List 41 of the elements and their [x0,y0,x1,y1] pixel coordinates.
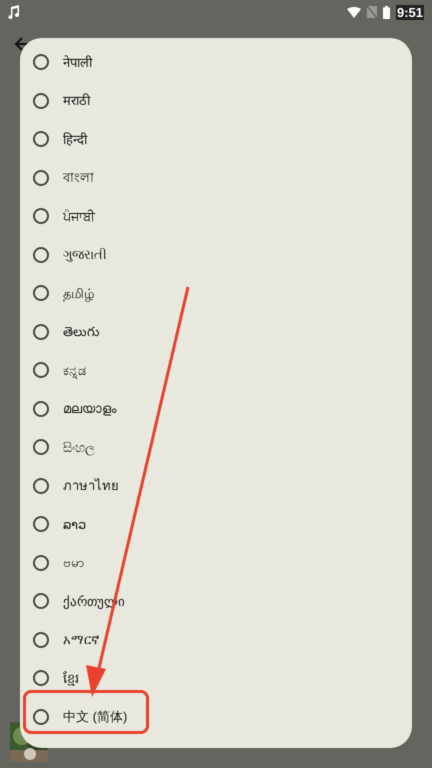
radio-button[interactable] [33,708,49,725]
radio-button[interactable] [33,670,49,686]
language-option[interactable]: සිංහල [20,428,412,466]
language-option[interactable]: ਪੰਜਾਬੀ [20,197,412,236]
radio-button[interactable] [33,362,49,378]
language-option[interactable]: ગુજરાતી [20,236,412,274]
radio-button[interactable] [33,170,49,186]
language-option[interactable]: 中文 (简体) [20,698,412,736]
radio-button[interactable] [33,285,49,302]
radio-button[interactable] [33,593,49,610]
status-time: 9:51 [396,4,424,20]
language-option[interactable]: ภาษาไทย [20,466,412,505]
radio-button[interactable] [33,54,49,70]
radio-button[interactable] [33,632,49,648]
radio-button[interactable] [33,439,49,456]
language-option[interactable]: ខ្មែរ [20,659,412,698]
radio-button[interactable] [33,400,49,417]
radio-button[interactable] [33,554,49,571]
language-option[interactable]: தமிழ் [20,274,412,312]
language-option[interactable]: తెలుగు [20,312,412,351]
radio-button[interactable] [33,131,49,148]
language-option[interactable]: አማርኛ [20,620,412,659]
wifi-icon [346,6,361,18]
radio-button[interactable] [33,516,49,532]
radio-button[interactable] [33,324,49,340]
radio-button[interactable] [33,478,49,494]
language-option[interactable]: ລາວ [20,505,412,544]
language-option[interactable]: मराठी [20,82,412,120]
no-sim-icon [366,6,377,18]
back-arrow-icon[interactable] [14,36,30,52]
radio-button[interactable] [33,246,49,263]
language-option[interactable]: ဗမာ [20,544,412,582]
music-note-icon [8,5,20,19]
battery-icon [382,6,390,18]
radio-button[interactable] [33,92,49,109]
language-option[interactable]: नेपाली [20,43,412,82]
language-option[interactable]: हिन्दी [20,120,412,158]
radio-button[interactable] [33,208,49,224]
language-option[interactable]: বাংলা [20,158,412,197]
language-option[interactable]: മലയാളം [20,390,412,428]
language-option[interactable]: ಕನ್ನಡ [20,351,412,390]
